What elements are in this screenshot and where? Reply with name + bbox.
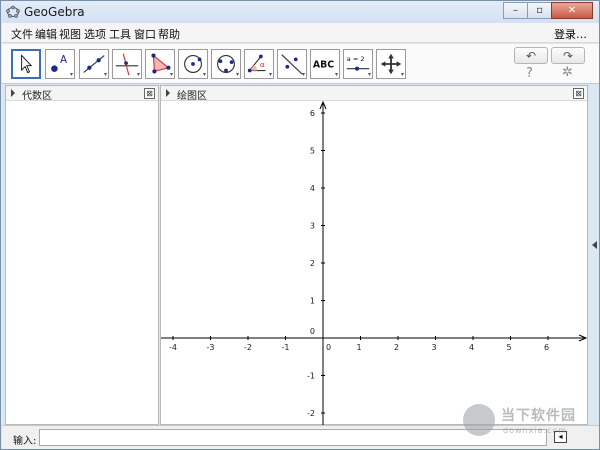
login-link[interactable]: 登录… — [554, 26, 587, 42]
close-button[interactable]: ✕ — [551, 2, 593, 19]
y-tick-label: 4 — [310, 184, 315, 193]
title-bar: GeoGebra – ▫ ✕ — [1, 1, 599, 23]
panel-collapse-arrow-icon[interactable] — [11, 89, 15, 97]
move-tool-icon — [21, 54, 33, 74]
x-tick-label: 3 — [432, 343, 437, 352]
toolbar: A ▾ ▾ ▾ ▾ ▾ ▾ α ▾ ▾ ABC ▾ a = 2 ▾ ▾ ↶ ↷ … — [2, 44, 599, 84]
settings-icon[interactable]: ✲ — [562, 65, 573, 80]
x-tick-label: -3 — [207, 343, 215, 352]
y-tick-label: -1 — [307, 372, 315, 381]
app-window: GeoGebra – ▫ ✕ 文件 编辑 视图 选项 工具 窗口 帮助 登录… … — [0, 0, 600, 450]
algebra-view-title: 代数区 — [22, 91, 52, 102]
menu-edit[interactable]: 编辑 — [35, 26, 57, 42]
origin-label: 0 — [310, 327, 315, 336]
menu-help[interactable]: 帮助 — [158, 26, 180, 42]
watermark-logo: 当下软件园 downxia.com — [463, 404, 591, 440]
text-tool-button[interactable]: ABC ▾ — [310, 49, 340, 79]
graphics-view[interactable]: 绘图区 ⊠ -4 -3 -2 -1 0 1 2 3 4 5 6 6 5 4 3 2 1 -1 -2 0 — [160, 85, 588, 425]
svg-text:A: A — [60, 54, 67, 66]
menu-tools[interactable]: 工具 — [109, 26, 131, 42]
maximize-button[interactable]: ▫ — [527, 2, 552, 19]
menu-options[interactable]: 选项 — [84, 26, 106, 42]
reflect-tool-button[interactable]: ▾ — [277, 49, 307, 79]
minimize-button[interactable]: – — [503, 2, 528, 19]
polygon-tool-button[interactable]: ▾ — [145, 49, 175, 79]
side-panel-arrow-icon[interactable] — [592, 241, 597, 249]
x-tick-label: -2 — [244, 343, 252, 352]
menu-bar: 文件 编辑 视图 选项 工具 窗口 帮助 登录… — [2, 23, 599, 43]
svg-text:a = 2: a = 2 — [347, 55, 365, 63]
algebra-view: 代数区 ⊠ — [5, 85, 159, 425]
slider-tool-button[interactable]: a = 2 ▾ — [343, 49, 373, 79]
redo-button[interactable]: ↷ — [551, 47, 585, 64]
watermark-title: 当下软件园 — [501, 408, 576, 424]
y-tick-label: 1 — [310, 297, 315, 306]
x-tick-label: 6 — [544, 343, 549, 352]
input-label: 输入: — [13, 436, 37, 447]
move-view-tool-button[interactable]: ▾ — [376, 49, 406, 79]
y-tick-label: 2 — [310, 259, 315, 268]
menu-file[interactable]: 文件 — [11, 26, 33, 42]
x-tick-label: 2 — [394, 343, 399, 352]
graphics-view-close-icon[interactable]: ⊠ — [573, 88, 584, 99]
y-tick-label: 5 — [310, 147, 315, 156]
x-tick-label: 0 — [326, 343, 331, 352]
panel-collapse-arrow-icon[interactable] — [166, 89, 170, 97]
y-tick-label: 6 — [310, 109, 315, 118]
angle-tool-button[interactable]: α ▾ — [244, 49, 274, 79]
watermark-subtitle: downxia.com — [503, 426, 568, 435]
x-tick-label: 4 — [469, 343, 474, 352]
graphics-view-header: 绘图区 ⊠ — [161, 86, 587, 102]
perpendicular-tool-button[interactable]: ▾ — [112, 49, 142, 79]
geogebra-logo-icon — [6, 5, 20, 18]
point-tool-button[interactable]: A ▾ — [45, 49, 75, 79]
help-icon[interactable]: ? — [526, 66, 533, 81]
line-tool-button[interactable]: ▾ — [79, 49, 109, 79]
y-tick-label: 3 — [310, 222, 315, 231]
x-tick-label: 5 — [507, 343, 512, 352]
svg-text:ABC: ABC — [313, 60, 334, 71]
x-tick-label: -4 — [169, 343, 177, 352]
svg-text:α: α — [260, 60, 265, 69]
move-tool-button[interactable] — [11, 49, 41, 79]
algebra-view-close-icon[interactable]: ⊠ — [144, 88, 155, 99]
y-tick-label: -2 — [307, 409, 315, 418]
x-tick-label: 1 — [357, 343, 362, 352]
menu-window[interactable]: 窗口 — [134, 26, 156, 42]
graphics-canvas[interactable]: -4 -3 -2 -1 0 1 2 3 4 5 6 6 5 4 3 2 1 -1 -2 0 — [161, 101, 587, 425]
algebra-view-header: 代数区 ⊠ — [6, 86, 158, 102]
window-title: GeoGebra — [24, 5, 85, 19]
circle-tool-button[interactable]: ▾ — [178, 49, 208, 79]
menu-view[interactable]: 视图 — [59, 26, 81, 42]
x-tick-label: -1 — [282, 343, 290, 352]
conic-tool-button[interactable]: ▾ — [211, 49, 241, 79]
graphics-view-title: 绘图区 — [177, 91, 207, 102]
watermark-circle-icon — [463, 404, 495, 436]
undo-button[interactable]: ↶ — [514, 47, 548, 64]
